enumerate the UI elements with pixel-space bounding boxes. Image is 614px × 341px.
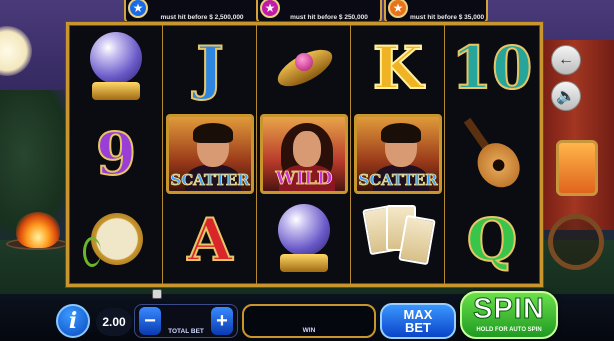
jackpot-text: must hit before $ 250,000 [290,14,368,21]
reel-grid: 9 J SCATTER A WILD K SCATTER 10 Q [66,22,543,287]
arrow-left-icon: ← [558,51,574,68]
wild-portrait: WILD [260,114,348,194]
symbol-wild: WILD [257,111,351,197]
symbol-mask [257,25,351,111]
star-icon: ★ [260,0,280,18]
info-button[interactable]: i [56,304,90,338]
speaker-icon: 🔈 [556,88,576,105]
tarot-cards-icon [362,203,436,277]
campfire [16,212,60,248]
jackpot-grand: ★ must hit before $ 2,500,000 [124,0,260,24]
crystal-ball-icon [274,204,334,276]
total-bet-label: TOTAL BET [168,328,204,335]
scatter-portrait: SCATTER [354,114,442,194]
reel-4: K SCATTER [351,25,445,284]
reel-5: 10 Q [445,25,540,284]
back-button[interactable]: ← [551,45,581,75]
wild-label: WILD [275,168,333,190]
jackpot-minor: ★ must hit before $ 35,000 [384,0,488,24]
star-icon: ★ [128,0,148,18]
auto-spin-hint: HOLD FOR AUTO SPIN [476,327,542,333]
decrease-bet-button[interactable]: − [139,307,161,335]
symbol-tambourine [69,197,163,283]
symbol-crystal-ball [257,197,351,283]
symbol-k: K [351,25,445,111]
symbol-j: J [163,25,257,111]
symbol-crystal-ball [69,25,163,111]
symbol-scatter: SCATTER [163,111,257,197]
max-bet-label: MAX BET [403,307,433,335]
tambourine-icon [83,207,149,273]
total-bet-control: − TOTAL BET + [134,304,238,338]
wagon-window [556,140,598,196]
moon [0,26,32,76]
symbol-a: A [163,197,257,283]
reel-2: J SCATTER A [163,25,257,284]
symbol-label: K [372,34,424,102]
symbol-label: J [195,34,224,102]
reel-1: 9 [69,25,163,284]
win-label: WIN [302,327,316,334]
crystal-ball-icon [86,32,146,104]
symbol-guitar [445,111,539,197]
symbol-scatter: SCATTER [351,111,445,197]
wagon-wheel [548,214,604,270]
star-icon: ★ [388,0,408,18]
jackpot-text: must hit before $ 35,000 [410,14,485,21]
symbol-9: 9 [69,111,163,197]
win-display: WIN [242,304,376,338]
symbol-label: Q [466,206,519,274]
jackpot-major: ★ must hit before $ 250,000 [256,0,382,24]
bet-value: 2.00 [96,308,132,336]
symbol-label: 9 [95,120,137,188]
max-bet-button[interactable]: MAX BET [380,303,456,339]
spin-label: SPIN [473,293,545,326]
symbol-label: 10 [451,34,534,102]
scatter-label: SCATTER [170,171,250,190]
symbol-label: A [186,206,233,274]
sound-button[interactable]: 🔈 [551,81,581,111]
symbol-10: 10 [445,25,539,111]
symbol-q: Q [445,197,539,283]
guitar-icon [442,103,543,205]
lock-icon [152,289,162,299]
scatter-label: SCATTER [358,171,438,190]
info-icon: i [68,308,78,334]
spin-button[interactable]: SPIN HOLD FOR AUTO SPIN [460,291,558,339]
scatter-portrait: SCATTER [166,114,254,194]
symbol-tarot-cards [351,197,445,283]
mask-icon [269,35,339,101]
reel-3: WILD [257,25,351,284]
jackpot-text: must hit before $ 2,500,000 [160,14,244,21]
increase-bet-button[interactable]: + [211,307,233,335]
